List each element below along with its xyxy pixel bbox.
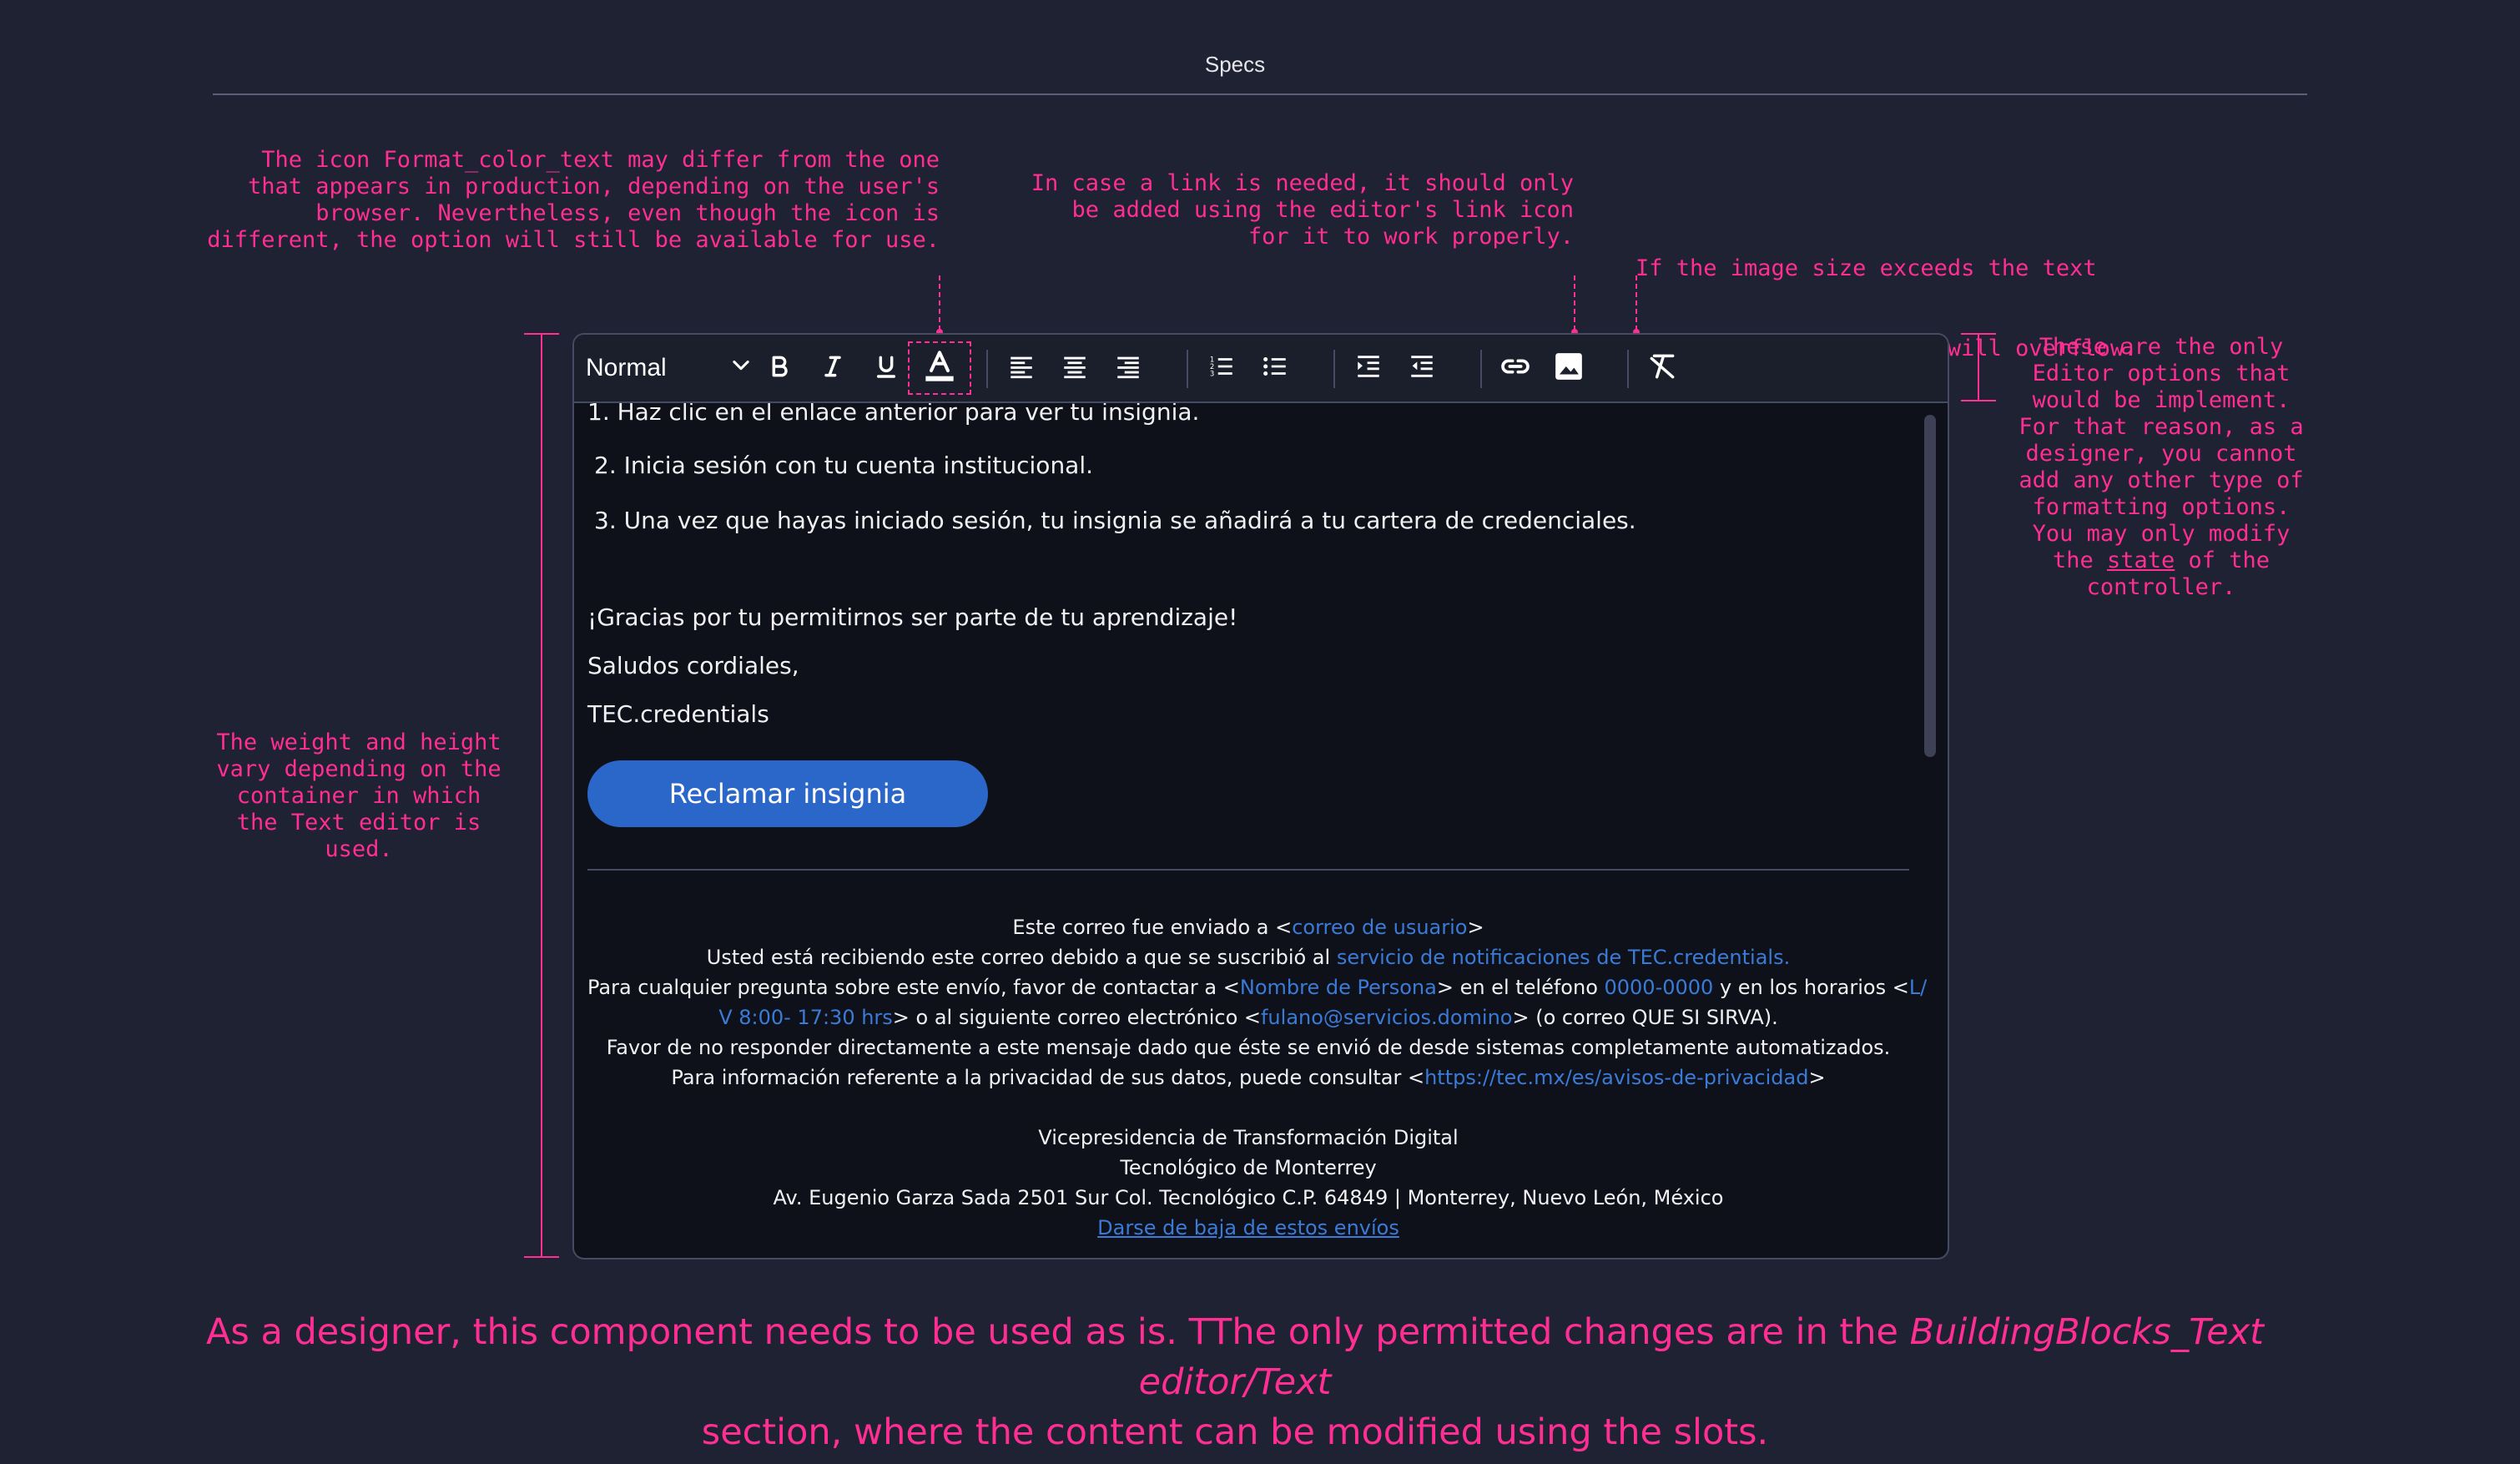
align-center-icon: [1061, 352, 1089, 385]
toolbar-separator: [1187, 350, 1188, 388]
notification-service-link[interactable]: servicio de notificaciones de TEC.creden…: [1337, 946, 1790, 969]
image-button[interactable]: [1547, 346, 1590, 390]
header-divider: [213, 93, 2307, 95]
editor-toolbar: Normal 123: [574, 335, 1948, 403]
phone-link[interactable]: 0000-0000: [1605, 976, 1714, 999]
footer-line: Para información referente a la privacid…: [671, 1066, 1826, 1089]
outdent-button[interactable]: [1400, 346, 1444, 390]
toolbar-separator: [986, 350, 988, 388]
editor-content[interactable]: 1. Haz clic en el enlace anterior para v…: [574, 403, 1948, 1258]
org-name: Vicepresidencia de Transformación Digita…: [1038, 1126, 1459, 1149]
icon-note: The icon Format_color_text may differ fr…: [207, 147, 940, 253]
service-email-link[interactable]: fulano@servicios.domino: [1261, 1006, 1512, 1029]
align-center-button[interactable]: [1053, 346, 1096, 390]
indent-button[interactable]: [1347, 346, 1390, 390]
italic-icon: [819, 353, 846, 384]
bulleted-list-icon: [1261, 352, 1289, 385]
toolbar-bracket-top: [1961, 333, 1996, 335]
format-select[interactable]: Normal: [586, 346, 753, 390]
footer-line: Favor de no responder directamente a est…: [606, 1036, 1891, 1059]
footer-line: Usted está recibiendo este correo debido…: [706, 946, 1791, 969]
format-select-value: Normal: [586, 354, 667, 381]
page-title: Specs: [1204, 52, 1266, 77]
claim-badge-button[interactable]: Reclamar insignia: [587, 760, 988, 827]
link-button[interactable]: [1494, 346, 1537, 390]
list-item: 3. Una vez que hayas iniciado sesión, tu…: [594, 507, 1636, 534]
footer-line: V 8:00- 17:30 hrs> o al siguiente correo…: [718, 1006, 1778, 1029]
toolbar-separator: [1333, 350, 1335, 388]
list-item: 2. Inicia sesión con tu cuenta instituci…: [594, 452, 1094, 479]
partial-list-item: 1. Haz clic en el enlace anterior para v…: [587, 403, 1200, 426]
contact-person-link[interactable]: Nombre de Persona: [1240, 976, 1437, 999]
bulleted-list-button[interactable]: [1253, 346, 1297, 390]
underline-button[interactable]: [864, 346, 908, 390]
signature-text: TEC.credentials: [587, 700, 769, 728]
clear-format-button[interactable]: [1641, 346, 1684, 390]
italic-button[interactable]: [811, 346, 854, 390]
bold-icon: [766, 353, 793, 384]
align-left-icon: [1007, 352, 1036, 385]
toolbar-separator: [1627, 350, 1629, 388]
thanks-text: ¡Gracias por tu permitirnos ser parte de…: [587, 603, 1238, 631]
text-color-leader: [939, 275, 940, 331]
footer-divider: [587, 869, 1909, 871]
scrollbar[interactable]: [1924, 415, 1936, 757]
institution-name: Tecnológico de Monterrey: [1120, 1156, 1377, 1179]
image-leader: [1635, 275, 1637, 331]
user-email-link[interactable]: correo de usuario: [1292, 916, 1467, 939]
align-right-button[interactable]: [1106, 346, 1150, 390]
link-note: In case a link is needed, it should only…: [1031, 170, 1574, 250]
height-bracket-bottom: [524, 1256, 559, 1258]
unsubscribe-link[interactable]: Darse de baja de estos envíos: [1097, 1216, 1399, 1239]
privacy-link[interactable]: https://tec.mx/es/avisos-de-privacidad: [1424, 1066, 1808, 1089]
text-color-button[interactable]: [908, 341, 971, 395]
address: Av. Eugenio Garza Sada 2501 Sur Col. Tec…: [773, 1186, 1724, 1209]
numbered-list-button[interactable]: 123: [1200, 346, 1243, 390]
height-bracket-top: [524, 333, 559, 335]
outdent-icon: [1408, 352, 1436, 385]
underline-icon: [873, 353, 900, 384]
bold-button[interactable]: [758, 346, 801, 390]
indent-icon: [1354, 352, 1383, 385]
toolbar-bracket-bottom: [1961, 400, 1996, 401]
regards-text: Saludos cordiales,: [587, 652, 799, 679]
bottom-note: As a designer, this component needs to b…: [205, 1311, 2265, 1453]
link-leader: [1574, 275, 1575, 331]
toolbar-separator: [1480, 350, 1482, 388]
options-note: These are the only Editor options that w…: [2019, 334, 2304, 600]
height-bracket-line: [541, 334, 542, 1257]
link-icon: [1499, 350, 1532, 387]
schedule-link[interactable]: V 8:00- 17:30 hrs: [718, 1006, 893, 1029]
schedule-link[interactable]: L/: [1909, 976, 1927, 999]
align-right-icon: [1114, 352, 1142, 385]
image-icon: [1553, 351, 1585, 386]
svg-text:3: 3: [1210, 370, 1214, 378]
size-note: The weight and height vary depending on …: [216, 729, 501, 862]
text-color-icon: [923, 348, 956, 389]
numbered-list-icon: 123: [1207, 352, 1236, 385]
chevron-down-icon: [729, 353, 753, 383]
toolbar-bracket-line: [1978, 334, 1979, 401]
footer-line: Para cualquier pregunta sobre este envío…: [587, 976, 1928, 999]
footer-line: Este correo fue enviado a <correo de usu…: [1012, 916, 1484, 939]
clear-format-icon: [1646, 351, 1678, 386]
text-editor: Normal 123 1. Haz clic en el enlace ante…: [572, 333, 1949, 1260]
align-left-button[interactable]: [1000, 346, 1043, 390]
